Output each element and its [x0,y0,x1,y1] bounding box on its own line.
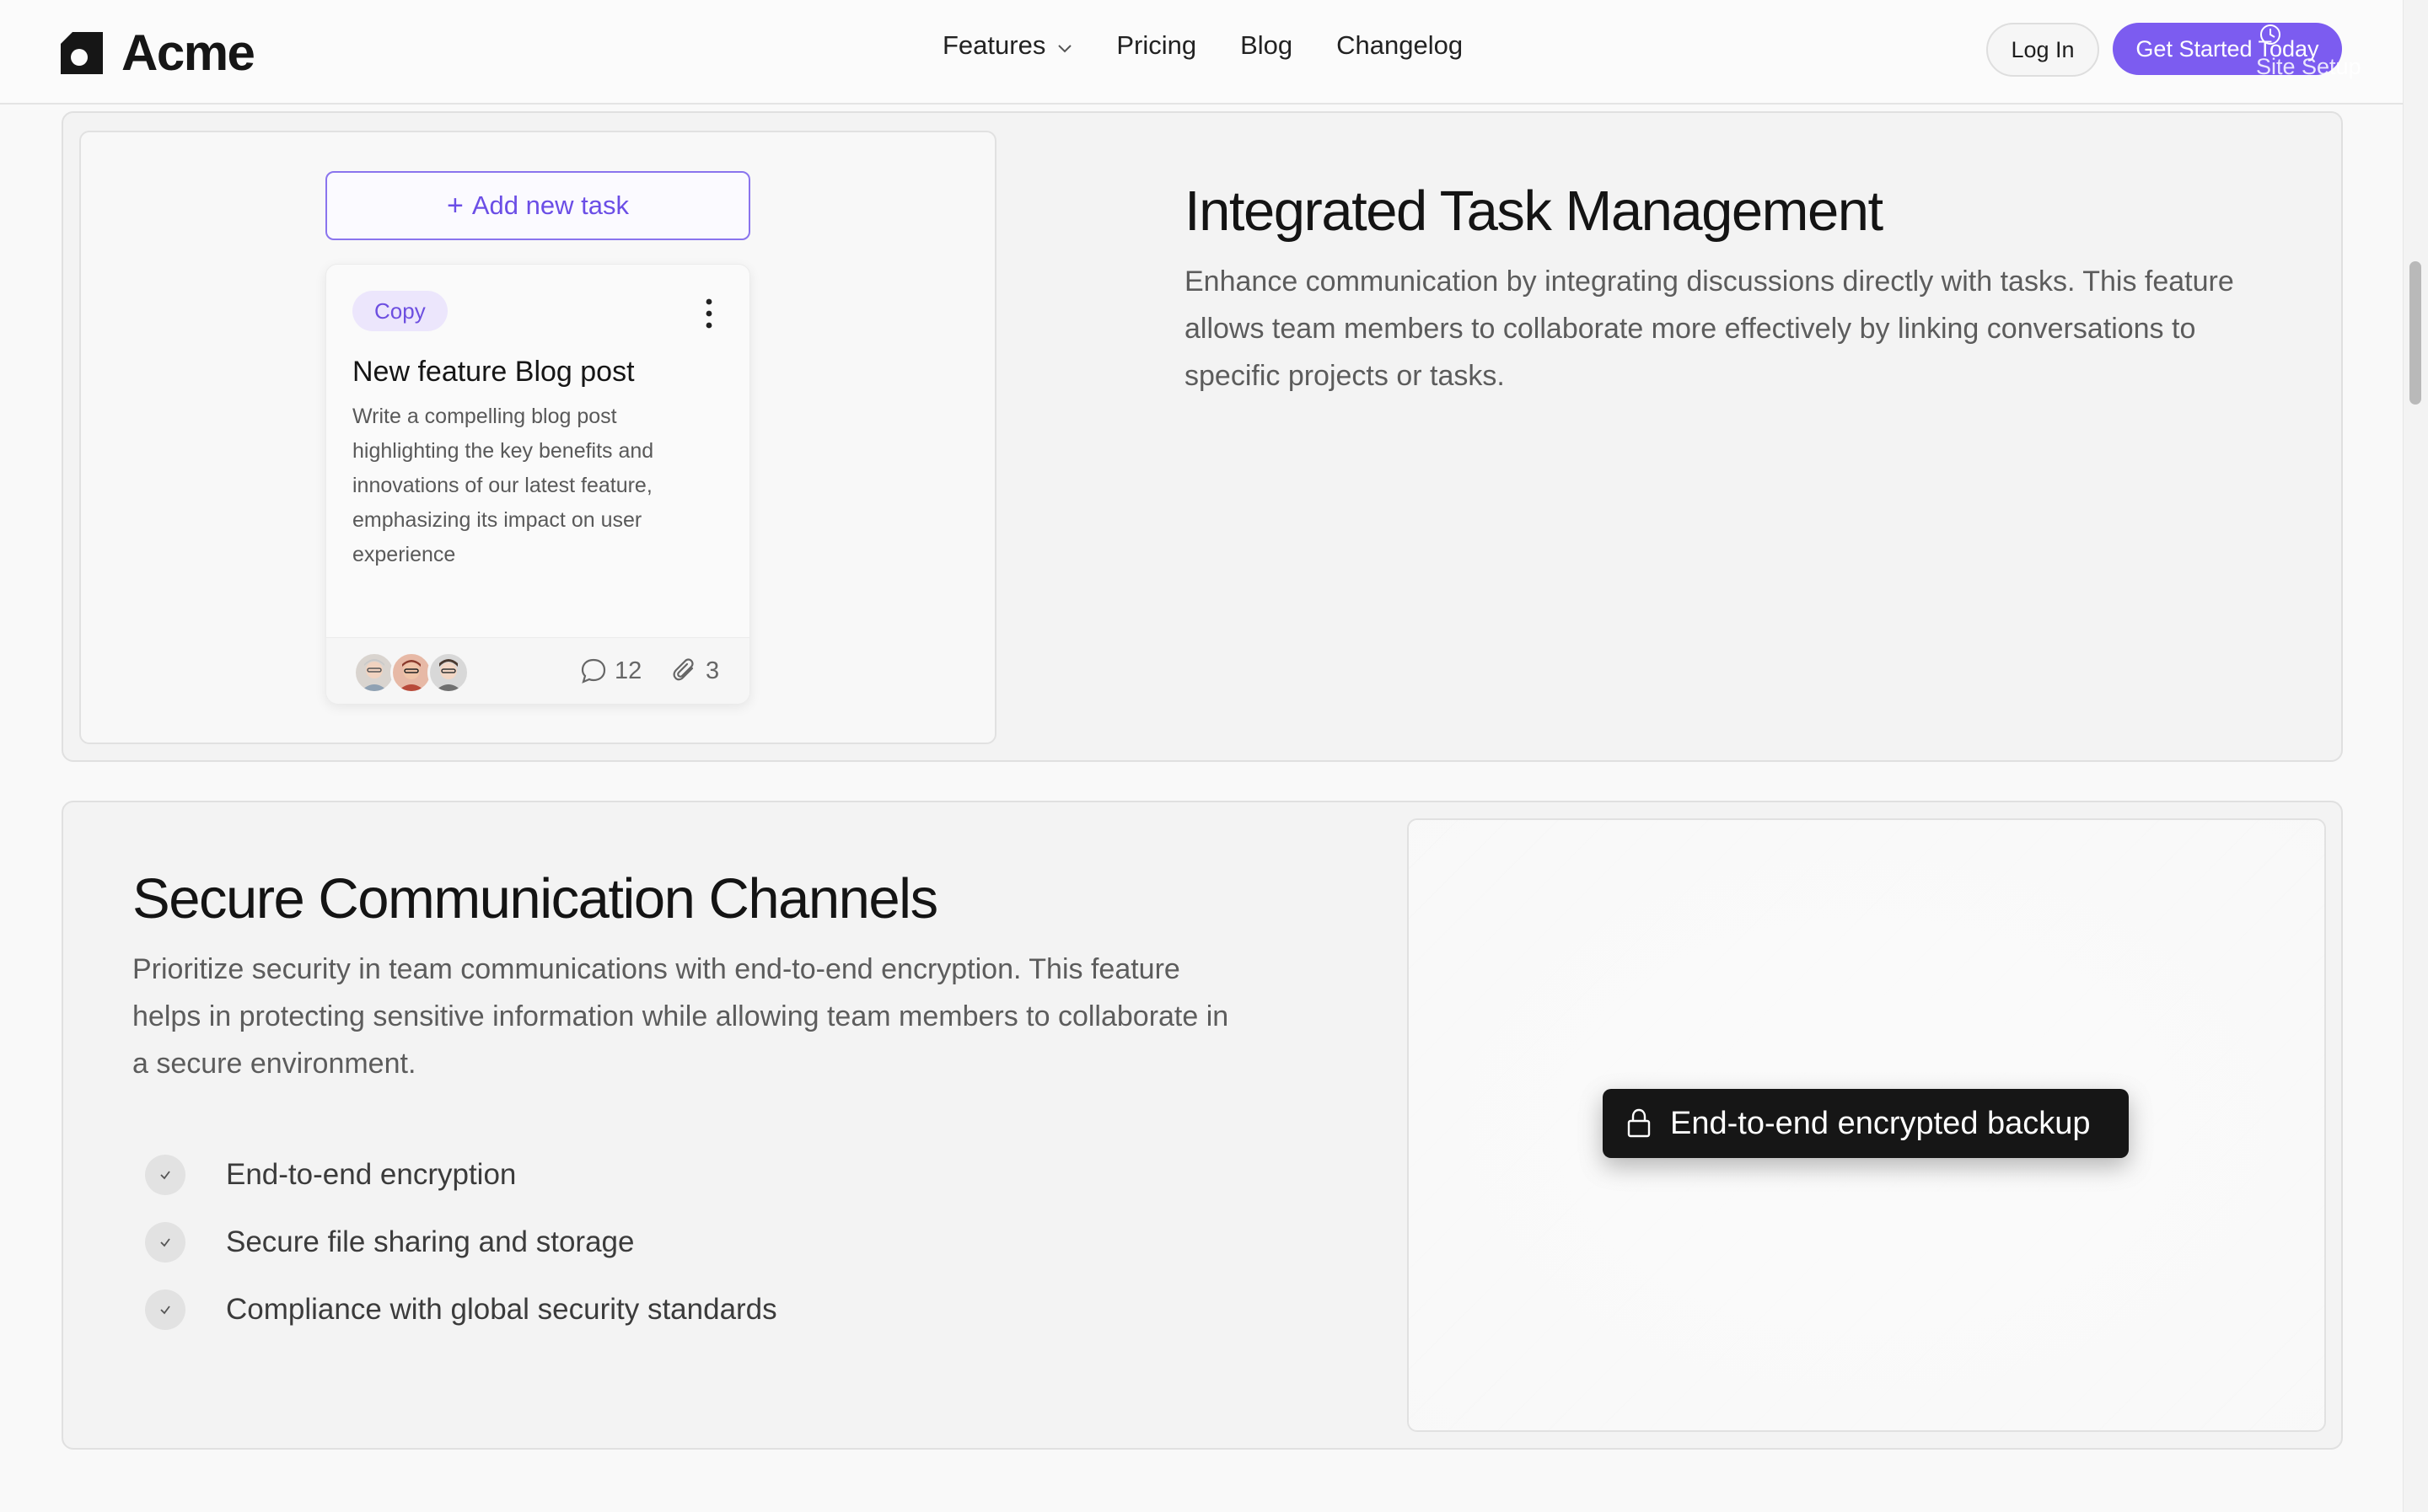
encrypted-backup-label: End-to-end encrypted backup [1670,1105,2091,1141]
task-card-footer: 12 3 [326,637,749,704]
nav-changelog[interactable]: Changelog [1336,30,1463,61]
avatar[interactable] [427,651,470,694]
chevron-down-icon [1057,30,1072,61]
feature-label: Compliance with global security standard… [226,1293,777,1326]
task-preview-panel: + Add new task Copy New feature Blog pos… [79,131,996,744]
security-section-title: Secure Communication Channels [132,867,938,930]
more-options-icon[interactable] [705,298,713,333]
check-icon [145,1155,185,1195]
feature-label: Secure file sharing and storage [226,1225,635,1258]
brand-name: Acme [121,24,255,81]
nav-blog[interactable]: Blog [1240,30,1292,61]
nav-features-label: Features [943,30,1046,60]
task-card[interactable]: Copy New feature Blog post Write a compe… [325,264,750,704]
comment-count-value: 12 [615,657,642,684]
attachment-count-value: 3 [706,657,720,684]
task-title: New feature Blog post [352,356,635,388]
task-section-description: Enhance communication by integrating dis… [1184,265,2234,392]
site-setup-overlay[interactable]: Site Setup [2256,54,2361,80]
nav-features[interactable]: Features [943,30,1072,61]
assignee-avatars [353,651,470,694]
security-section-description: Prioritize security in team communicatio… [132,953,1229,1080]
comment-icon [581,658,606,684]
attachment-count[interactable]: 3 [672,657,719,685]
list-item: Compliance with global security standard… [145,1276,777,1343]
add-task-label: Add new task [471,190,629,220]
feature-list: End-to-end encryption Secure file sharin… [145,1141,777,1343]
list-item: End-to-end encryption [145,1141,777,1209]
list-item: Secure file sharing and storage [145,1209,777,1276]
task-section-title: Integrated Task Management [1184,180,1883,243]
add-new-task-button[interactable]: + Add new task [325,171,750,240]
avatar[interactable] [390,651,432,694]
comment-count[interactable]: 12 [579,657,642,685]
login-button[interactable]: Log In [1986,23,2099,77]
plus-icon: + [447,189,464,222]
task-description: Write a compelling blog post highlightin… [352,405,654,566]
check-icon [145,1222,185,1263]
task-tag[interactable]: Copy [352,291,448,331]
acme-logo-icon [61,31,103,74]
scrollbar-thumb[interactable] [2409,261,2421,405]
lock-icon [1627,1108,1651,1138]
feature-label: End-to-end encryption [226,1158,517,1191]
encrypted-backup-badge: End-to-end encrypted backup [1603,1089,2129,1158]
brand-logo[interactable]: Acme [61,24,255,82]
main-nav: Features Pricing Blog Changelog [943,30,1507,61]
avatar[interactable] [353,651,395,694]
check-icon [145,1289,185,1330]
scrollbar-track[interactable] [2403,0,2428,1512]
top-navigation-bar: Acme Features Pricing Blog Changelog Log… [0,0,2403,105]
clock-icon [2258,22,2283,51]
paperclip-icon [673,658,694,681]
nav-pricing[interactable]: Pricing [1116,30,1196,61]
